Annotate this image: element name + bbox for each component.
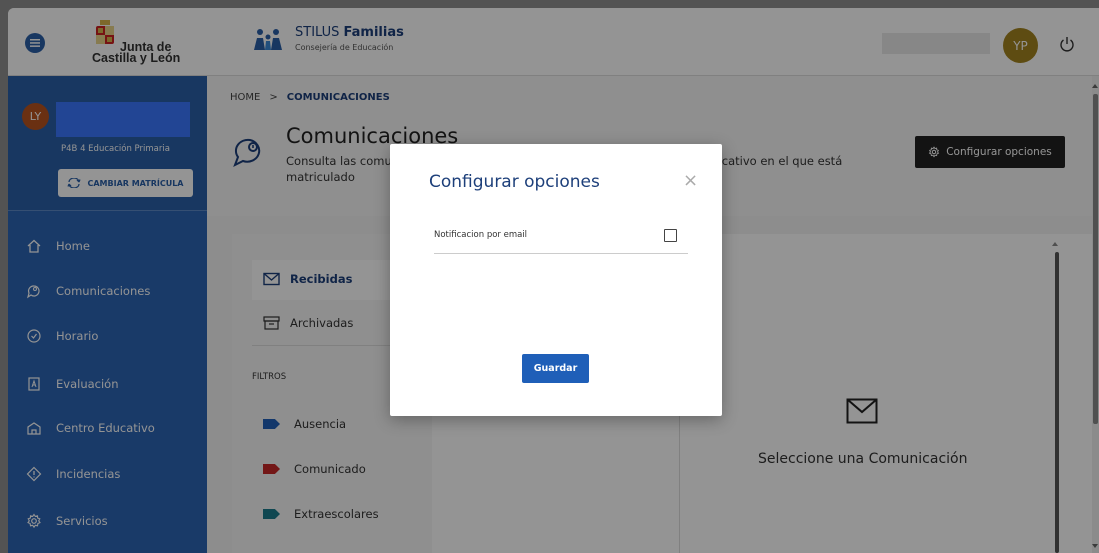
email-notification-label: Notificacion por email bbox=[434, 230, 528, 240]
save-button[interactable]: Guardar bbox=[522, 354, 589, 383]
configure-options-dialog: Configurar opciones × Notificacion por e… bbox=[390, 144, 722, 416]
divider bbox=[434, 253, 688, 254]
dialog-title: Configurar opciones bbox=[429, 172, 600, 192]
email-notification-checkbox[interactable] bbox=[664, 229, 677, 242]
close-icon[interactable]: × bbox=[683, 172, 698, 190]
